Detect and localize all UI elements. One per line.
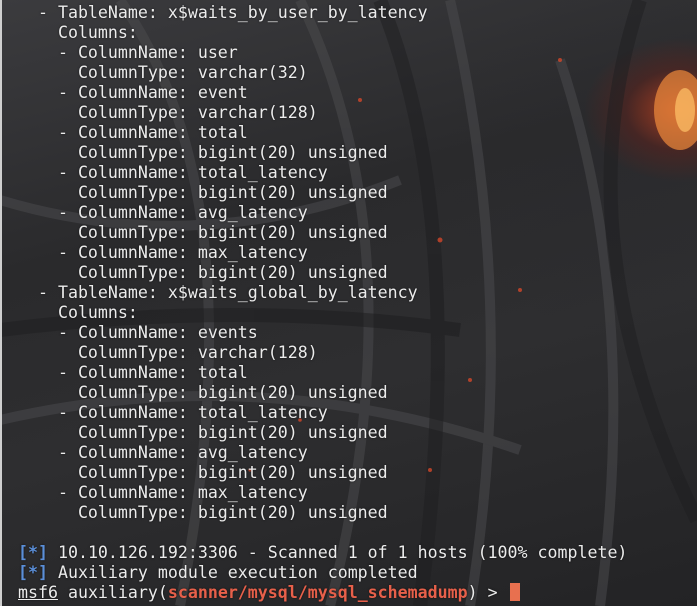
output-line: ColumnType: bigint(20) unsigned (18, 143, 388, 162)
output-line: - TableName: x$waits_global_by_latency (18, 283, 418, 302)
output-line: - ColumnName: events (18, 323, 258, 342)
prompt-user: msf6 (18, 583, 58, 602)
window-border (0, 0, 2, 606)
output-line: - ColumnName: total (18, 123, 248, 142)
status-marker: [*] (18, 543, 48, 562)
output-line: ColumnType: bigint(20) unsigned (18, 383, 388, 402)
output-line: - ColumnName: avg_latency (18, 203, 308, 222)
output-line: ColumnType: varchar(32) (18, 63, 308, 82)
output-line: - ColumnName: max_latency (18, 483, 308, 502)
output-line: ColumnType: varchar(128) (18, 343, 318, 362)
prompt-suffix: ) > (467, 583, 508, 602)
status-line: [*] Auxiliary module execution completed (18, 563, 418, 583)
status-text: 10.10.126.192:3306 - Scanned 1 of 1 host… (47, 543, 628, 562)
text-cursor[interactable] (509, 583, 520, 601)
output-line: - ColumnName: avg_latency (18, 443, 308, 462)
status-line: [*] 10.10.126.192:3306 - Scanned 1 of 1 … (18, 543, 627, 563)
output-line: ColumnType: bigint(20) unsigned (18, 263, 388, 282)
output-line: Columns: (18, 23, 138, 42)
status-text: Auxiliary module execution completed (47, 563, 418, 582)
output-line: ColumnType: varchar(128) (18, 103, 318, 122)
terminal-window[interactable]: - TableName: x$waits_by_user_by_latency … (0, 0, 697, 606)
output-line: Columns: (18, 303, 138, 322)
output-line: - ColumnName: event (18, 83, 248, 102)
prompt-module-name: scanner/mysql/mysql_schemadump (167, 583, 468, 602)
output-line: ColumnType: bigint(20) unsigned (18, 463, 388, 482)
command-prompt[interactable]: msf6 auxiliary(scanner/mysql/mysql_schem… (18, 583, 520, 603)
output-line: ColumnType: bigint(20) unsigned (18, 183, 388, 202)
output-line: - ColumnName: total_latency (18, 403, 328, 422)
output-line: - ColumnName: user (18, 43, 238, 62)
output-line: ColumnType: bigint(20) unsigned (18, 423, 388, 442)
prompt-prefix: auxiliary( (57, 583, 168, 602)
output-line: - ColumnName: max_latency (18, 243, 308, 262)
output-line: ColumnType: bigint(20) unsigned (18, 223, 388, 242)
output-line: - ColumnName: total_latency (18, 163, 328, 182)
output-line: - TableName: x$waits_by_user_by_latency (18, 3, 428, 22)
status-marker: [*] (18, 563, 48, 582)
output-line: - ColumnName: total (18, 363, 248, 382)
output-line: ColumnType: bigint(20) unsigned (18, 503, 388, 522)
